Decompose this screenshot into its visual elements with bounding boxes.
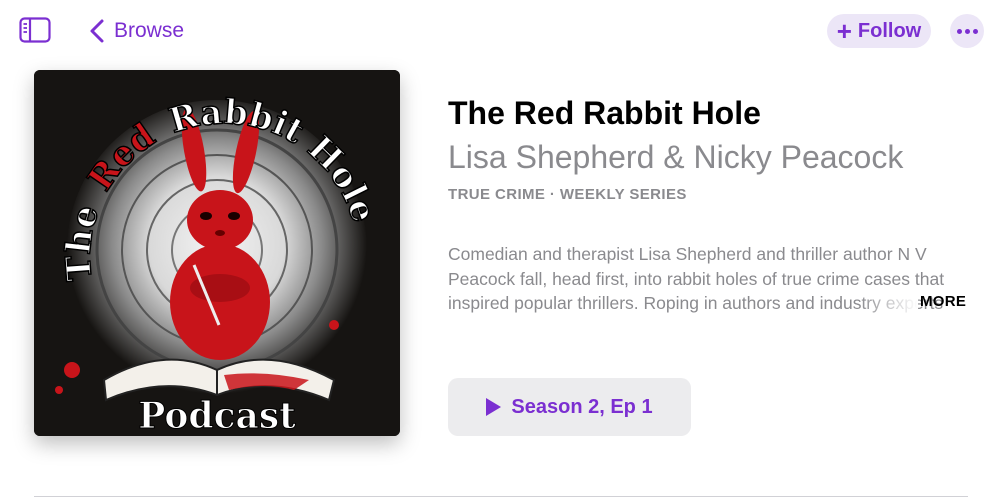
ellipsis-icon-dot: [964, 28, 970, 34]
artwork-illustration: The Red Rabbit Hole Podcast: [34, 70, 400, 436]
podcast-author[interactable]: Lisa Shepherd & Nicky Peacock: [448, 139, 903, 176]
divider: [34, 496, 968, 497]
back-label: Browse: [114, 19, 185, 42]
back-button[interactable]: Browse: [88, 14, 184, 48]
more-description-button[interactable]: MORE: [920, 293, 966, 310]
more-options-button[interactable]: [950, 14, 984, 48]
sidebar-icon: [19, 17, 51, 43]
ellipsis-icon-dot: [972, 28, 978, 34]
sidebar-toggle-button[interactable]: [19, 17, 51, 43]
play-episode-label: Season 2, Ep 1: [511, 395, 653, 418]
art-podcast-label: Podcast: [138, 395, 296, 436]
podcast-meta: TRUE CRIME · WEEKLY SERIES: [448, 186, 687, 203]
podcast-title: The Red Rabbit Hole: [448, 95, 761, 131]
plus-icon: +: [836, 16, 852, 46]
description-fade: [858, 290, 918, 316]
chevron-left-icon: [90, 19, 104, 43]
follow-label: Follow: [857, 19, 922, 42]
play-episode-button[interactable]: Season 2, Ep 1: [448, 378, 691, 436]
ellipsis-icon-dot: [956, 28, 962, 34]
podcast-artwork: The Red Rabbit Hole Podcast: [34, 70, 400, 436]
follow-button[interactable]: + Follow: [827, 14, 931, 48]
play-icon: [486, 398, 502, 416]
